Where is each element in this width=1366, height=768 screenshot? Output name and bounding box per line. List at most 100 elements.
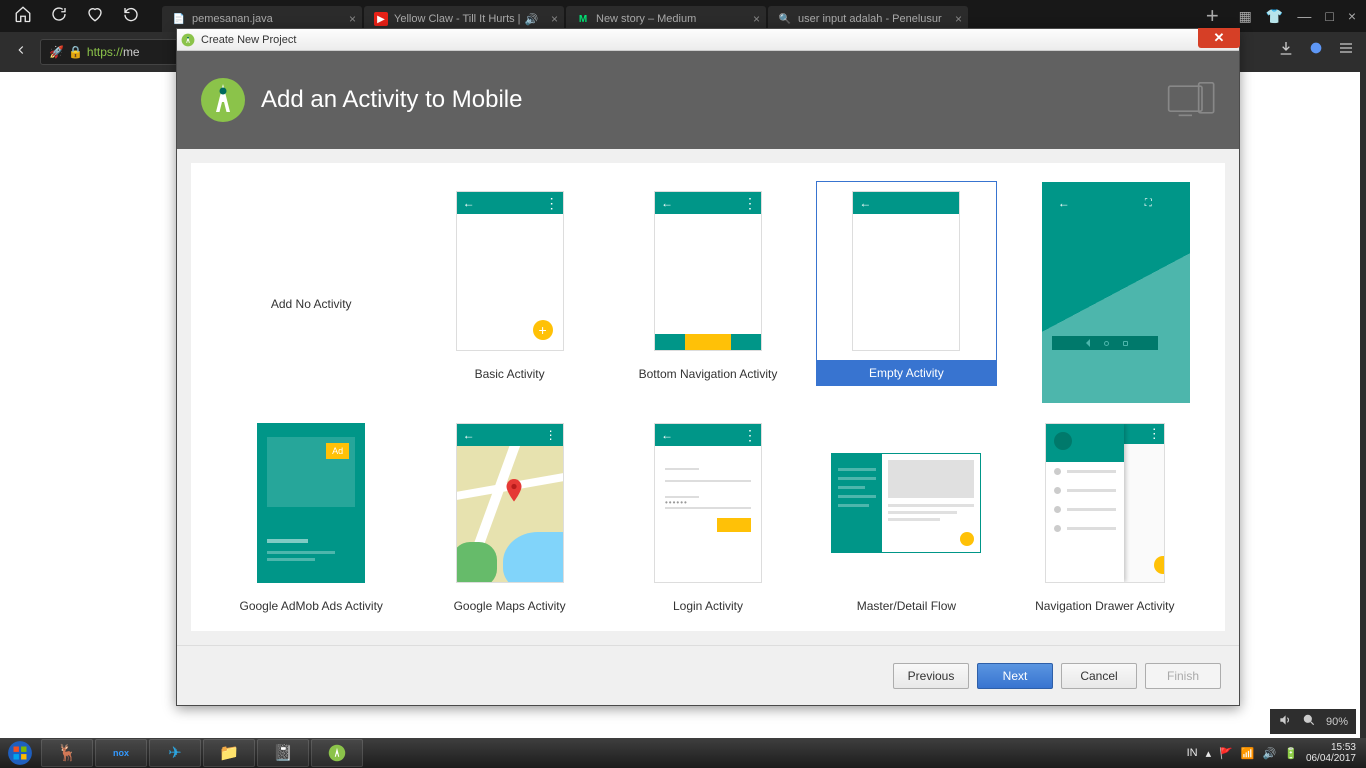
dialog-close-button[interactable]: ✕ xyxy=(1198,28,1240,48)
network-icon[interactable]: 📶 xyxy=(1241,747,1255,760)
template-bottom-navigation[interactable]: ← ⋮ Bottom Navigation Activity xyxy=(618,181,798,387)
reload-icon[interactable] xyxy=(50,5,68,28)
more-icon: ⋮ xyxy=(545,195,557,212)
back-arrow-icon: ← xyxy=(661,196,673,210)
more-icon: ⋮ xyxy=(1148,426,1159,442)
close-icon[interactable]: × xyxy=(753,12,760,26)
dialog-titlebar[interactable]: Create New Project xyxy=(177,29,1239,51)
start-button[interactable] xyxy=(0,738,40,768)
app-icon: ▦ xyxy=(1239,8,1252,25)
back-arrow-icon: ← xyxy=(463,196,475,210)
file-icon: 📄 xyxy=(172,12,186,26)
dialog-body: Add No Activity ←⋮ + Basic Activity ←⋮ xyxy=(177,149,1239,645)
back-arrow-icon: ← xyxy=(1058,196,1070,210)
back-arrow-icon: ← xyxy=(463,428,475,442)
google-icon: 🔍 xyxy=(778,12,792,26)
template-label: Master/Detail Flow xyxy=(857,593,956,619)
template-add-no-activity[interactable]: Add No Activity xyxy=(221,181,401,387)
back-icon[interactable] xyxy=(14,43,28,62)
skin-icon: 👕 xyxy=(1266,8,1283,25)
flag-icon[interactable]: 🚩 xyxy=(1219,747,1233,760)
finish-button: Finish xyxy=(1145,663,1221,689)
url-text: me xyxy=(123,45,140,59)
history-icon[interactable] xyxy=(122,5,140,28)
more-icon xyxy=(952,195,954,211)
sound-icon: 🔊 xyxy=(525,13,539,26)
zoom-level: 90% xyxy=(1326,716,1348,728)
dialog-header: Add an Activity to Mobile xyxy=(177,51,1239,149)
window-controls: ▦ 👕 — □ × xyxy=(1229,8,1366,25)
template-basic-activity[interactable]: ←⋮ + Basic Activity xyxy=(419,181,599,387)
template-label: Google AdMob Ads Activity xyxy=(239,593,382,619)
volume-icon[interactable]: 🔊 xyxy=(1263,747,1277,760)
tab-title: pemesanan.java xyxy=(192,13,273,25)
language-indicator[interactable]: IN xyxy=(1187,747,1198,759)
template-navigation-drawer[interactable]: ⋮ Navigation Drawer Activity xyxy=(1015,413,1195,619)
template-master-detail[interactable]: Master/Detail Flow xyxy=(816,413,996,619)
taskbar-app-android-studio[interactable] xyxy=(311,739,363,767)
menu-icon[interactable] xyxy=(1338,40,1354,61)
youtube-icon: ▶ xyxy=(374,12,388,26)
extension-icon[interactable] xyxy=(1308,40,1324,61)
taskbar-app-notepad[interactable]: 📓 xyxy=(257,739,309,767)
clock[interactable]: 15:53 06/04/2017 xyxy=(1306,742,1360,764)
dialog-heading: Add an Activity to Mobile xyxy=(261,86,522,114)
previous-button[interactable]: Previous xyxy=(893,663,969,689)
cancel-button[interactable]: Cancel xyxy=(1061,663,1137,689)
tray-chevron-icon[interactable]: ▴ xyxy=(1206,747,1212,760)
close-icon[interactable]: × xyxy=(349,12,356,26)
template-fullscreen-activity[interactable]: ←⛶ Fullscreen Activity xyxy=(1015,181,1195,387)
close-icon[interactable]: × xyxy=(551,12,558,26)
url-field[interactable]: 🚀 🔒 https://me xyxy=(40,39,180,65)
device-icon xyxy=(1167,81,1217,128)
next-button[interactable]: Next xyxy=(977,663,1053,689)
minimize-icon[interactable]: — xyxy=(1297,8,1311,24)
back-arrow-icon: ← xyxy=(859,196,871,210)
template-grid: Add No Activity ←⋮ + Basic Activity ←⋮ xyxy=(191,163,1225,631)
tab-title: Yellow Claw - Till It Hurts | xyxy=(394,13,521,25)
template-label: Navigation Drawer Activity xyxy=(1035,593,1174,619)
download-icon[interactable] xyxy=(1278,40,1294,61)
back-arrow-icon: ← xyxy=(661,428,673,442)
home-icon[interactable] xyxy=(14,5,32,28)
clock-time: 15:53 xyxy=(1306,742,1356,753)
template-label: Basic Activity xyxy=(475,361,545,387)
new-tab-button[interactable]: + xyxy=(1196,3,1229,29)
maximize-icon[interactable]: □ xyxy=(1325,8,1333,24)
template-empty-activity[interactable]: ← Empty Activity xyxy=(816,181,996,387)
taskbar-app-uc[interactable]: 🦌 xyxy=(41,739,93,767)
medium-icon: M xyxy=(576,12,590,26)
android-studio-logo-icon xyxy=(199,76,247,124)
battery-icon[interactable]: 🔋 xyxy=(1284,747,1298,760)
template-login-activity[interactable]: ←⋮ •••••• Login Activity xyxy=(618,413,798,619)
heart-icon[interactable] xyxy=(86,5,104,28)
taskbar[interactable]: 🦌 nox ✈ 📁 📓 IN ▴ 🚩 📶 🔊 🔋 15:53 06/04/201… xyxy=(0,738,1366,768)
template-label: Add No Activity xyxy=(271,291,352,317)
close-icon[interactable]: × xyxy=(955,12,962,26)
taskbar-app-nox[interactable]: nox xyxy=(95,739,147,767)
system-tray[interactable]: IN ▴ 🚩 📶 🔊 🔋 15:53 06/04/2017 xyxy=(1187,738,1360,768)
volume-icon[interactable] xyxy=(1278,713,1292,730)
template-label: Login Activity xyxy=(673,593,743,619)
template-label: Bottom Navigation Activity xyxy=(639,361,778,387)
dialog-footer: Previous Next Cancel Finish xyxy=(177,645,1239,705)
taskbar-app-explorer[interactable]: 📁 xyxy=(203,739,255,767)
tab-title: New story – Medium xyxy=(596,13,696,25)
fullscreen-icon: ⛶ xyxy=(1145,198,1152,209)
taskbar-app-telegram[interactable]: ✈ xyxy=(149,739,201,767)
rocket-icon: 🚀 xyxy=(49,45,64,59)
zoom-icon[interactable] xyxy=(1302,713,1316,730)
fab-icon xyxy=(1154,556,1165,574)
template-label: Google Maps Activity xyxy=(454,593,566,619)
template-admob-activity[interactable]: Ad Google AdMob Ads Activity xyxy=(221,413,401,619)
clock-date: 06/04/2017 xyxy=(1306,753,1356,764)
tab-title: user input adalah - Penelusur xyxy=(798,13,942,25)
windows-icon xyxy=(7,740,33,766)
template-label: Empty Activity xyxy=(816,360,996,386)
lock-icon: 🔒 xyxy=(68,45,83,59)
android-studio-icon xyxy=(181,33,195,47)
more-icon: ⋮ xyxy=(743,427,755,444)
close-icon[interactable]: × xyxy=(1348,8,1356,24)
more-icon: ⋮ xyxy=(743,195,755,212)
template-maps-activity[interactable]: ←⋮ Google Maps Activity xyxy=(419,413,599,619)
